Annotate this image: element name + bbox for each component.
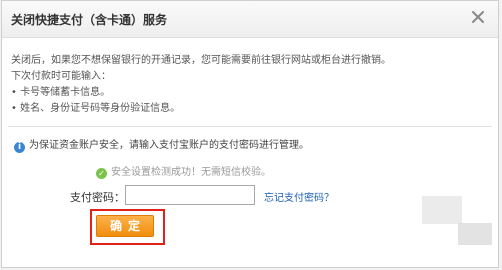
close-icon[interactable] — [468, 7, 488, 27]
info-icon: i — [14, 142, 25, 153]
intro-text: 关闭后，如果您不想保留银行的开通记录，您可能需要前往银行网站或柜台进行撤销。 下… — [11, 53, 391, 117]
password-label: 支付密码： — [70, 191, 125, 204]
intro-line: 关闭后，如果您不想保留银行的开通记录，您可能需要前往银行网站或柜台进行撤销。 — [11, 55, 391, 66]
security-status-text: 安全设置检测成功！无需短信校验。 — [111, 167, 271, 178]
security-status: ✓ 安全设置检测成功！无需短信校验。 — [96, 163, 271, 179]
security-notice: i 为保证资金账户安全，请输入支付宝账户的支付密码进行管理。 — [14, 136, 309, 153]
forgot-password-link[interactable]: 忘记支付密码？ — [264, 189, 334, 204]
blurred-region — [458, 223, 492, 245]
check-circle-icon: ✓ — [96, 168, 107, 179]
confirm-button[interactable]: 确定 — [96, 215, 154, 237]
dialog-title: 关闭快捷支付（含卡通）服务 — [11, 13, 168, 27]
intro-bullet: • 姓名、身份证号码等身份验证信息。 — [11, 103, 181, 114]
payment-password-input[interactable] — [125, 185, 255, 205]
blurred-region — [422, 196, 462, 224]
dialog-titlebar: 关闭快捷支付（含卡通）服务 — [2, 1, 498, 38]
intro-bullet: • 卡号等储蓄卡信息。 — [11, 87, 111, 98]
close-express-pay-dialog: 关闭快捷支付（含卡通）服务 关闭后，如果您不想保留银行的开通记录，您可能需要前往… — [1, 0, 499, 268]
security-notice-text: 为保证资金账户安全，请输入支付宝账户的支付密码进行管理。 — [29, 140, 309, 151]
intro-line: 下次付款时可能输入： — [11, 71, 111, 82]
divider — [8, 126, 492, 127]
